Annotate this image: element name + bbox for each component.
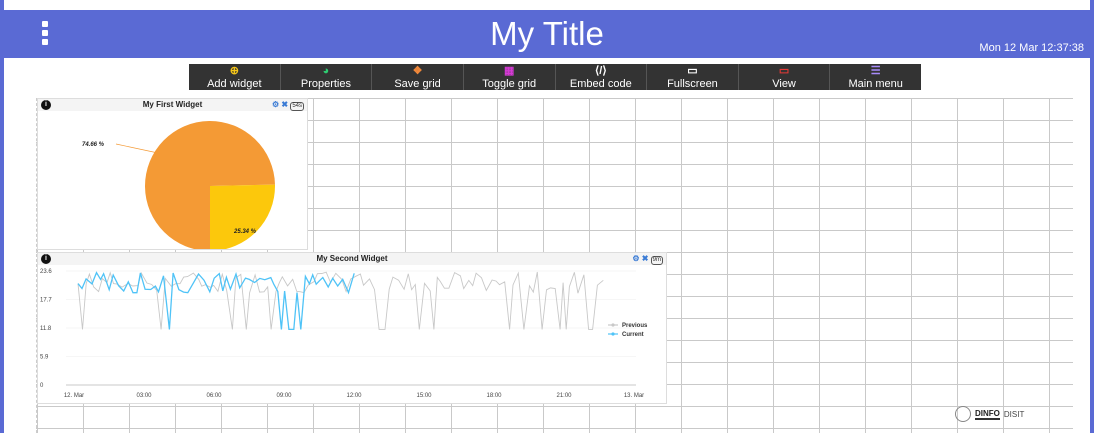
gear-icon[interactable]: ⚙ <box>272 100 279 109</box>
x-tick-label: 06:00 <box>206 393 222 399</box>
legend-marker <box>611 332 615 336</box>
code-file-icon: ⟨/⟩ <box>594 65 607 77</box>
info-icon[interactable]: i <box>41 254 51 264</box>
x-tick-label: 12. Mar <box>64 393 84 399</box>
bars-icon: ☰ <box>870 65 881 77</box>
header-bar: My Title Mon 12 Mar 12:37:38 <box>4 10 1090 58</box>
x-tick-label: 12:00 <box>346 393 362 399</box>
x-tick-label: 09:00 <box>276 393 292 399</box>
add-widget-button[interactable]: ⊕ Add widget <box>189 64 281 90</box>
y-tick-label: 11.8 <box>40 326 52 332</box>
pie-chart: 74.66 % 25.34 % <box>82 120 275 251</box>
x-tick-label: 13. Mar <box>624 393 644 399</box>
window-icon: ▭ <box>687 65 698 77</box>
fullscreen-button[interactable]: ▭ Fullscreen <box>647 64 739 90</box>
close-icon[interactable]: ✖ <box>281 100 288 109</box>
y-tick-label: 23.6 <box>40 269 52 275</box>
widget-controls: ⚙ ✖ 54s <box>272 99 304 111</box>
y-tick-label: 17.7 <box>40 298 52 304</box>
toolbar: ⊕ Add widget ◕ Properties ❖ Save grid ▦ … <box>189 64 921 90</box>
widget-title: My Second Widget <box>316 254 388 263</box>
university-seal-icon <box>955 406 971 422</box>
y-tick-label: 0 <box>40 383 44 389</box>
refresh-badge: 9m <box>650 256 663 265</box>
main-menu-button[interactable]: ☰ Main menu <box>830 64 921 90</box>
x-tick-label: 18:00 <box>486 393 502 399</box>
plus-circle-icon: ⊕ <box>229 65 239 77</box>
properties-button[interactable]: ◕ Properties <box>281 64 373 90</box>
legend-label[interactable]: Current <box>622 332 644 338</box>
close-icon[interactable]: ✖ <box>642 254 649 263</box>
pie-label: 74.66 % <box>82 142 105 148</box>
toggle-grid-button[interactable]: ▦ Toggle grid <box>464 64 556 90</box>
y-tick-label: 5.9 <box>40 355 49 361</box>
widget-line: i My Second Widget ⚙ ✖ 9m 23.6 17.7 11.8 5.… <box>37 252 667 404</box>
series-line-previous <box>77 271 604 330</box>
save-grid-button[interactable]: ❖ Save grid <box>372 64 464 90</box>
series-line-current <box>77 271 355 331</box>
x-tick-label: 15:00 <box>416 393 432 399</box>
x-tick-label: 03:00 <box>136 393 152 399</box>
line-chart: 23.6 17.7 11.8 5.9 0 12. Mar 03:00 06:00 09:00 12… <box>40 269 648 399</box>
disit-logo: DISIT <box>1003 409 1025 419</box>
page-title: My Title <box>490 15 604 52</box>
legend-label[interactable]: Previous <box>622 323 648 329</box>
dashboard-gauge-icon: ◕ <box>322 65 330 77</box>
monitor-icon: ▭ <box>778 65 790 77</box>
pie-label: 25.34 % <box>233 229 257 235</box>
view-button[interactable]: ▭ View <box>739 64 831 90</box>
refresh-badge: 54s <box>290 102 304 111</box>
datetime-label: Mon 12 Mar 12:37:38 <box>979 42 1084 54</box>
widget-controls: ⚙ ✖ 9m <box>632 253 663 265</box>
pie-slice <box>210 184 275 251</box>
x-tick-label: 21:00 <box>556 393 572 399</box>
gear-icon[interactable]: ⚙ <box>632 254 639 263</box>
dinfo-logo: DINFO <box>975 408 1000 420</box>
info-icon[interactable]: i <box>41 100 51 110</box>
grid-icon: ▦ <box>503 65 515 77</box>
widget-header: i My First Widget ⚙ ✖ 54s <box>38 99 307 111</box>
widget-pie: i My First Widget ⚙ ✖ 54s 74.66 % 25.34 % <box>37 98 308 251</box>
footer-logos: DINFO DISIT <box>955 404 1070 424</box>
widget-title: My First Widget <box>142 100 203 109</box>
legend-marker <box>611 323 615 327</box>
embed-code-button[interactable]: ⟨/⟩ Embed code <box>556 64 648 90</box>
cubes-icon: ❖ <box>412 65 423 77</box>
widget-header: i My Second Widget ⚙ ✖ 9m <box>38 253 666 265</box>
